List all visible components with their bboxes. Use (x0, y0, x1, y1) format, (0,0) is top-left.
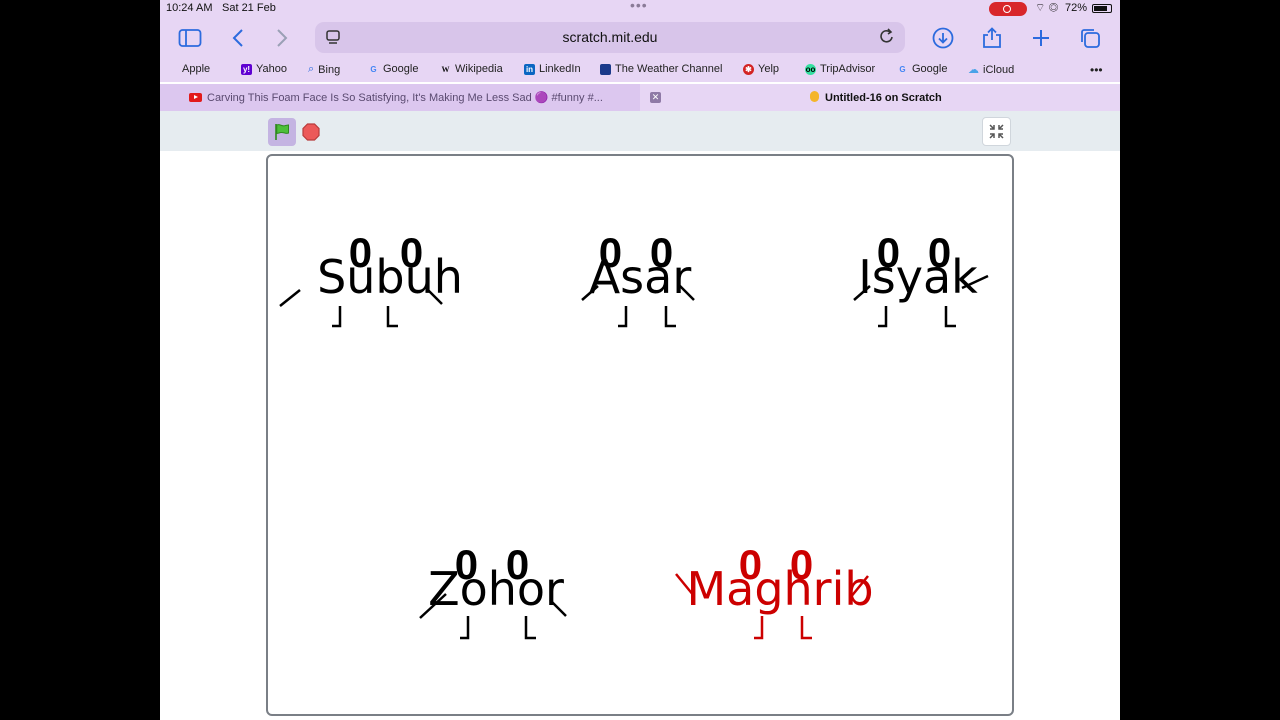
sprite-limbs (853, 274, 989, 328)
download-icon[interactable] (931, 26, 955, 50)
sprite-limbs (279, 289, 443, 328)
bookmark-label: Yahoo (256, 63, 287, 75)
bookmark-label: LinkedIn (539, 63, 581, 75)
bookmark-google[interactable]: G Google (368, 63, 418, 75)
yelp-icon: ✱ (743, 63, 754, 75)
url-text[interactable]: scratch.mit.edu (315, 29, 905, 45)
bookmark-icloud[interactable]: ☁ iCloud (968, 63, 1015, 77)
sprite-limbs (675, 573, 869, 640)
sprite-asar[interactable]: 0 0 Asar (520, 232, 760, 362)
sprite-limbs (581, 283, 695, 328)
bookmark-yahoo[interactable]: y! Yahoo (241, 63, 287, 75)
google-icon: G (370, 64, 377, 74)
wikipedia-icon: W (441, 64, 450, 74)
stop-icon (302, 123, 320, 141)
new-tab-icon[interactable] (1029, 26, 1053, 50)
weather-channel-icon (600, 63, 611, 75)
reload-icon[interactable] (879, 27, 895, 50)
sprite-subuh[interactable]: 0 0 Subuh (270, 232, 510, 362)
tab-scratch[interactable]: Untitled-16 on Scratch (810, 91, 942, 104)
bookmark-label: iCloud (983, 63, 1015, 76)
bookmark-label: Yelp (758, 63, 780, 75)
tab-title: Carving This Foam Face Is So Satisfying,… (207, 92, 603, 104)
bookmark-yelp[interactable]: ✱ Yelp (743, 63, 779, 75)
more-bookmarks-icon[interactable]: ••• (1090, 63, 1103, 77)
google-icon: G (899, 64, 906, 74)
bookmark-bing[interactable]: ⌕ Bing (308, 63, 340, 76)
battery-icon (1092, 4, 1112, 13)
green-flag-button[interactable] (268, 118, 296, 146)
stop-button[interactable] (302, 123, 320, 141)
sprite-limbs (419, 593, 567, 640)
favorites-bar: Apple y! Yahoo ⌕ Bing G Google W Wikipedia i… (160, 58, 1120, 82)
bookmark-label: Wikipedia (455, 63, 503, 75)
exit-fullscreen-icon (989, 124, 1004, 139)
cloud-icon: ☁ (968, 64, 979, 76)
wifi-icon: ⌔ ◎ (1035, 2, 1059, 14)
back-icon[interactable] (226, 26, 250, 50)
bookmark-label: The Weather Channel (615, 63, 723, 75)
status-time: 10:24 AM (166, 2, 213, 14)
bookmark-label: Bing (318, 63, 341, 76)
tripadvisor-icon: oo (805, 63, 816, 75)
bookmark-linkedin[interactable]: in LinkedIn (524, 63, 581, 75)
share-icon[interactable] (980, 26, 1004, 50)
bookmark-google-2[interactable]: G Google (897, 63, 947, 75)
linkedin-icon: in (524, 63, 535, 75)
tab-close-icon[interactable]: ✕ (650, 92, 661, 103)
tabs-overview-icon[interactable] (1078, 26, 1102, 50)
bookmark-label: TripAdvisor (820, 63, 876, 75)
yahoo-icon: y! (241, 63, 252, 75)
sprite-maghrib[interactable]: 0 0 Maghrib (660, 544, 900, 674)
tab-youtube[interactable]: Carving This Foam Face Is So Satisfying,… (160, 84, 640, 111)
bookmark-label: Google (383, 63, 419, 75)
tab-title: Untitled-16 on Scratch (825, 92, 942, 104)
battery-percent: 72% (1065, 2, 1088, 14)
forward-icon[interactable] (270, 26, 294, 50)
bookmark-tripadvisor[interactable]: oo TripAdvisor (805, 63, 875, 75)
bookmark-weather-channel[interactable]: The Weather Channel (600, 63, 722, 75)
green-flag-icon (275, 124, 289, 140)
multitask-dots-icon[interactable]: ••• (630, 0, 648, 13)
tab-bar: Carving This Foam Face Is So Satisfying,… (160, 84, 1120, 111)
scratch-icon (810, 91, 819, 102)
screen-recording-icon (989, 2, 1027, 16)
status-date: Sat 21 Feb (222, 2, 276, 14)
scratch-player-controls (160, 111, 1120, 151)
bookmark-label: Apple (182, 63, 211, 75)
safari-toolbar: scratch.mit.edu (160, 18, 1120, 58)
search-icon: ⌕ (308, 63, 315, 75)
sprite-isyak[interactable]: 0 0 Isyak (798, 232, 1012, 362)
exit-fullscreen-button[interactable] (982, 117, 1011, 146)
bookmark-label: Google (912, 63, 948, 75)
sprite-zohor[interactable]: 0 0 Zohor (376, 544, 616, 674)
sidebar-icon[interactable] (178, 26, 202, 50)
status-bar: 10:24 AM Sat 21 Feb ••• ⌔ ◎ 72% (160, 0, 1120, 18)
bookmark-apple[interactable]: Apple (178, 63, 210, 75)
youtube-icon (189, 93, 202, 102)
ipad-screen: 10:24 AM Sat 21 Feb ••• ⌔ ◎ 72% scratch.… (160, 0, 1120, 720)
address-bar[interactable]: scratch.mit.edu (315, 22, 905, 53)
bookmark-wikipedia[interactable]: W Wikipedia (440, 63, 503, 75)
scratch-stage[interactable]: 0 0 Subuh 0 0 Asar 0 0 Isyak 0 0 Zohor 0… (266, 154, 1014, 716)
